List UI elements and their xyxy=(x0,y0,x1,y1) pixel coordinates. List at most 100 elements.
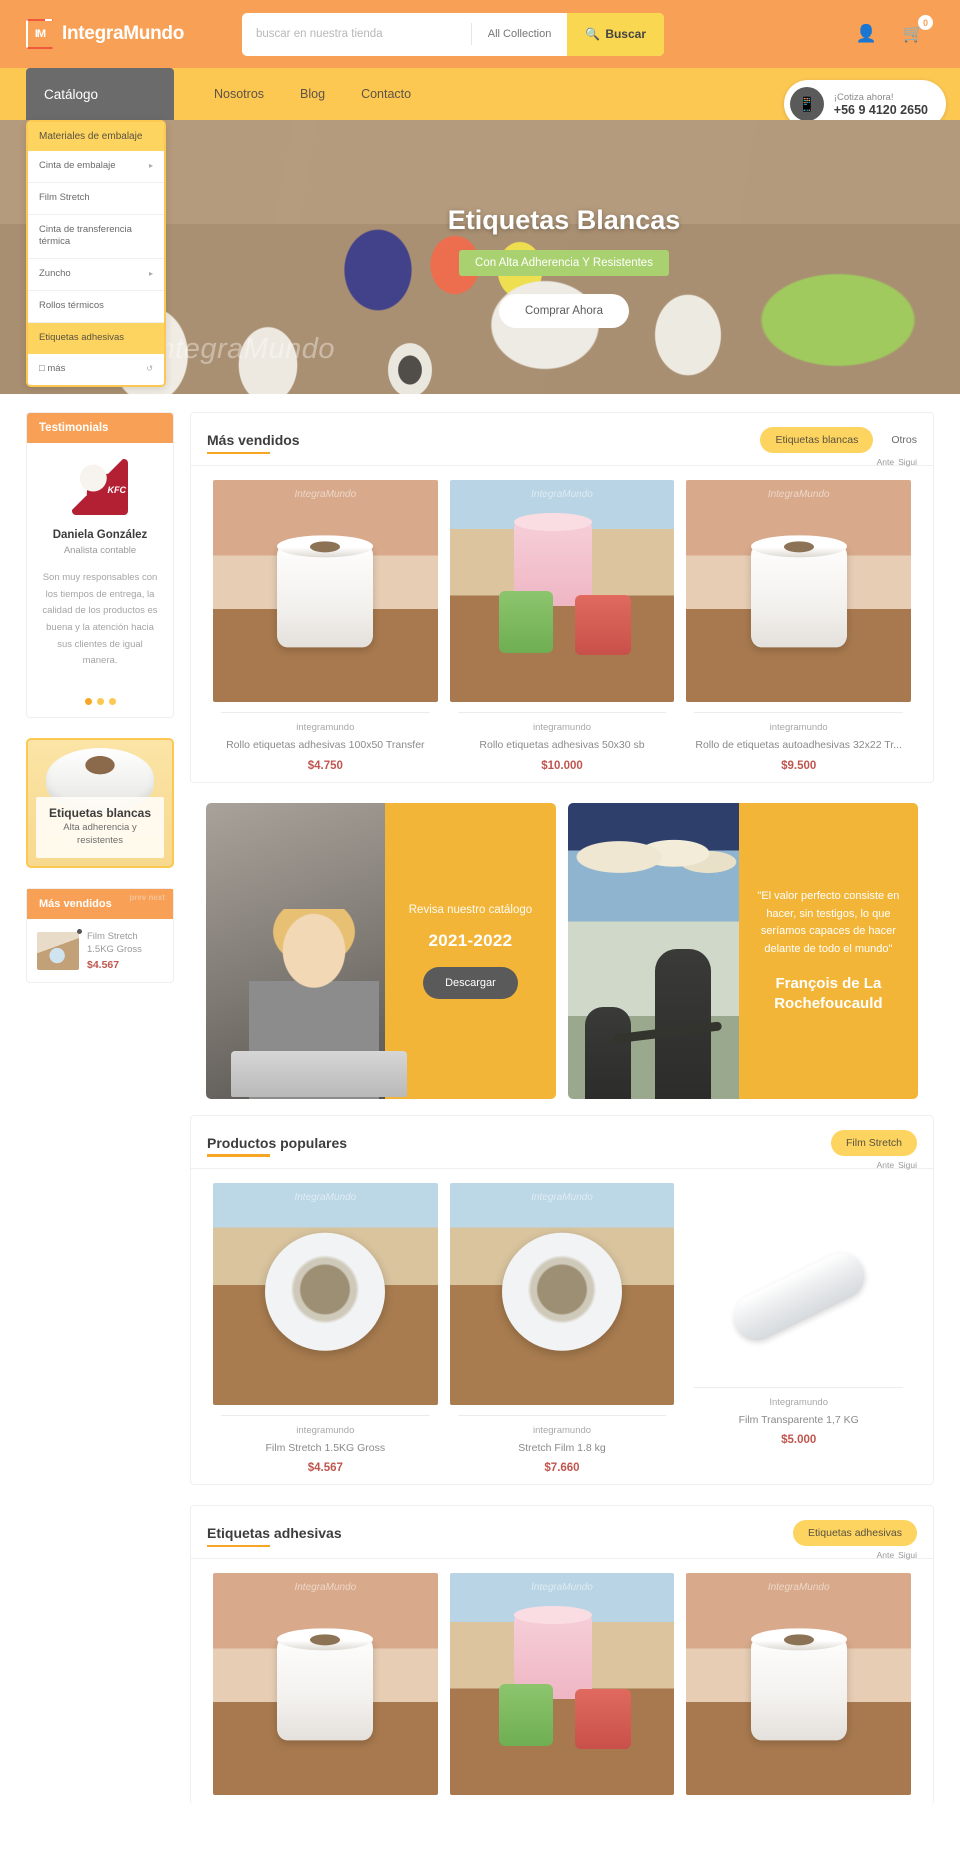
product-card[interactable]: Integramundo Film Transparente 1,7 KG $5… xyxy=(680,1182,918,1475)
carousel-prev[interactable]: Ante xyxy=(877,1550,895,1560)
product-card[interactable]: IntegraMundo integramundo Film Stretch 1… xyxy=(207,1182,444,1474)
product-name[interactable]: Rollo de etiquetas autoadhesivas 32x22 T… xyxy=(686,739,911,753)
site-logo[interactable]: IM IntegraMundo xyxy=(26,19,226,49)
banner-caption: Revisa nuestro catálogo xyxy=(408,904,533,917)
product-card[interactable]: IntegraMundo integramundo Rollo de etiqu… xyxy=(680,480,917,772)
main-navbar: Catálogo Nosotros Blog Contacto 📱 ¡Cotiz… xyxy=(0,68,960,128)
download-button[interactable]: Descargar xyxy=(423,966,518,999)
sidemenu-item-zuncho[interactable]: Zuncho ▸ xyxy=(28,259,164,292)
hero-subtitle-badge: Con Alta Adherencia Y Resistentes xyxy=(459,249,669,276)
divider xyxy=(694,1386,904,1388)
product-name[interactable]: Rollo etiquetas adhesivas 50x30 sb xyxy=(450,739,675,753)
sidemenu-item-cinta-embalaje[interactable]: Cinta de embalaje ▸ xyxy=(28,151,164,183)
sidemenu-item-cinta-transferencia[interactable]: Cinta de transferencia térmica xyxy=(28,215,164,260)
section-title: Etiquetas adhesivas xyxy=(207,1525,342,1542)
sidemenu-item-film-stretch[interactable]: Film Stretch xyxy=(28,183,164,215)
nav-link-nosotros[interactable]: Nosotros xyxy=(214,87,264,101)
film-roll-graphic xyxy=(265,1233,386,1352)
tab-etiquetas-adhesivas[interactable]: Etiquetas adhesivas xyxy=(793,1520,917,1547)
best-sellers-widget: Más vendidos prev next Film Stretch 1.5K… xyxy=(26,887,174,984)
section-tabs: Etiquetas blancas Otros xyxy=(760,427,917,453)
dot-2[interactable] xyxy=(96,697,104,705)
testimonial-pagination-dots[interactable] xyxy=(27,684,173,717)
testimonial-author-name: Daniela González xyxy=(52,529,148,541)
product-card[interactable]: IntegraMundo xyxy=(680,1573,917,1796)
carousel-next[interactable]: Sigui xyxy=(898,1550,917,1560)
sidemenu-item-etiquetas-adhesivas[interactable]: Etiquetas adhesivas xyxy=(28,322,164,354)
divider xyxy=(221,712,430,713)
carousel-controls[interactable]: Ante Sigui xyxy=(877,457,917,467)
banner-photo xyxy=(206,802,408,1099)
image-watermark: IntegraMundo xyxy=(294,489,357,500)
product-image: IntegraMundo xyxy=(449,1182,675,1405)
promo-card-etiquetas-blancas[interactable]: Etiquetas blancas Alta adherencia y resi… xyxy=(26,737,174,868)
product-name[interactable]: Film Transparente 1,7 KG xyxy=(686,1414,911,1428)
section-productos-populares: Productos populares Film Stretch Ante Si… xyxy=(190,1114,934,1486)
product-name[interactable]: Film Stretch 1.5KG Gross xyxy=(213,1442,438,1456)
best-sellers-header: Más vendidos prev next xyxy=(27,888,173,919)
next-label[interactable]: next xyxy=(149,893,165,902)
sidemenu-header: Materiales de embalaje xyxy=(28,122,164,151)
search-input[interactable] xyxy=(242,12,471,56)
sidemenu-item-rollos-termicos[interactable]: Rollos térmicos xyxy=(28,291,164,323)
dot-1[interactable] xyxy=(84,697,92,705)
carousel-prev[interactable]: Ante xyxy=(877,457,895,467)
product-card[interactable]: IntegraMundo integramundo Rollo etiqueta… xyxy=(444,480,681,772)
sidemenu-item-label: Cinta de embalaje xyxy=(39,160,116,171)
testimonial-author-role: Analista contable xyxy=(63,545,137,556)
carousel-controls[interactable]: Ante Sigui xyxy=(877,1160,917,1170)
sidemenu-item-label: Cinta de transferencia térmica xyxy=(39,223,132,248)
product-name[interactable]: Stretch Film 1.8 kg xyxy=(450,1442,675,1456)
main-content: Más vendidos Etiquetas blancas Otros Ant… xyxy=(190,412,934,1825)
carousel-next[interactable]: Sigui xyxy=(898,1160,917,1170)
user-icon[interactable]: 👤 xyxy=(856,24,877,44)
green-roll-graphic xyxy=(499,1684,554,1747)
tab-film-stretch[interactable]: Film Stretch xyxy=(830,1129,917,1156)
nav-link-blog[interactable]: Blog xyxy=(300,87,325,101)
section-tabs: Etiquetas adhesivas xyxy=(793,1520,917,1547)
film-roll-graphic xyxy=(502,1233,622,1352)
promo-subtitle: Alta adherencia y resistentes xyxy=(63,822,137,846)
product-vendor: integramundo xyxy=(532,1424,592,1436)
carousel-next[interactable]: Sigui xyxy=(898,457,917,467)
product-thumbnail xyxy=(37,928,82,970)
carousel-controls[interactable]: Ante Sigui xyxy=(877,1550,917,1560)
section-header: Productos populares Film Stretch Ante Si… xyxy=(191,1116,933,1170)
carousel-prev[interactable]: Ante xyxy=(877,1160,895,1170)
product-vendor: integramundo xyxy=(296,1424,355,1436)
dot-3[interactable] xyxy=(108,697,116,705)
nav-link-contacto[interactable]: Contacto xyxy=(361,87,411,101)
best-sellers-list-item[interactable]: Film Stretch 1.5KG Gross $4.567 xyxy=(27,919,173,983)
tab-etiquetas-blancas[interactable]: Etiquetas blancas xyxy=(760,427,874,453)
top-header-bar: IM IntegraMundo All Collection 🔍 Buscar … xyxy=(0,0,960,68)
catalog-banner[interactable]: Revisa nuestro catálogo 2021-2022 Descar… xyxy=(206,802,556,1099)
sidemenu-more-button[interactable]: □ más ↺ xyxy=(28,353,164,385)
left-sidebar: Testimonials KFC Daniela González Analis… xyxy=(26,412,174,1003)
tab-otros[interactable]: Otros xyxy=(891,434,917,446)
green-roll-graphic xyxy=(499,591,554,653)
testimonial-body: KFC Daniela González Analista contable S… xyxy=(27,443,173,684)
product-price: $7.660 xyxy=(544,1462,580,1475)
prev-label[interactable]: prev xyxy=(129,893,146,902)
sidemenu-item-label: Etiquetas adhesivas xyxy=(39,331,125,343)
hero-cta-button[interactable]: Comprar Ahora xyxy=(499,293,629,328)
product-card[interactable]: IntegraMundo xyxy=(207,1573,444,1796)
image-watermark: IntegraMundo xyxy=(531,1582,593,1594)
product-card[interactable]: IntegraMundo integramundo Stretch Film 1… xyxy=(444,1182,681,1475)
search-button[interactable]: 🔍 Buscar xyxy=(567,12,664,56)
product-card[interactable]: IntegraMundo integramundo Rollo etiqueta… xyxy=(207,480,444,772)
section-title: Más vendidos xyxy=(207,432,300,448)
product-name[interactable]: Rollo etiquetas adhesivas 100x50 Transfe… xyxy=(213,739,438,753)
nav-catalog-button[interactable]: Catálogo xyxy=(26,68,174,120)
title-underline xyxy=(207,451,270,454)
film-horizontal-graphic xyxy=(725,1245,872,1348)
collection-selector[interactable]: All Collection xyxy=(470,23,568,45)
cart-icon[interactable]: 🛒 0 xyxy=(903,15,933,44)
best-sellers-carousel-nav[interactable]: prev next xyxy=(129,893,165,902)
quote-content: "El valor perfecto consiste en hacer, si… xyxy=(738,802,918,1099)
search-button-label: Buscar xyxy=(605,27,646,41)
white-roll-graphic xyxy=(277,1636,374,1741)
image-watermark: IntegraMundo xyxy=(294,1582,357,1594)
product-card[interactable]: IntegraMundo xyxy=(444,1573,681,1796)
white-roll-graphic xyxy=(277,542,374,647)
